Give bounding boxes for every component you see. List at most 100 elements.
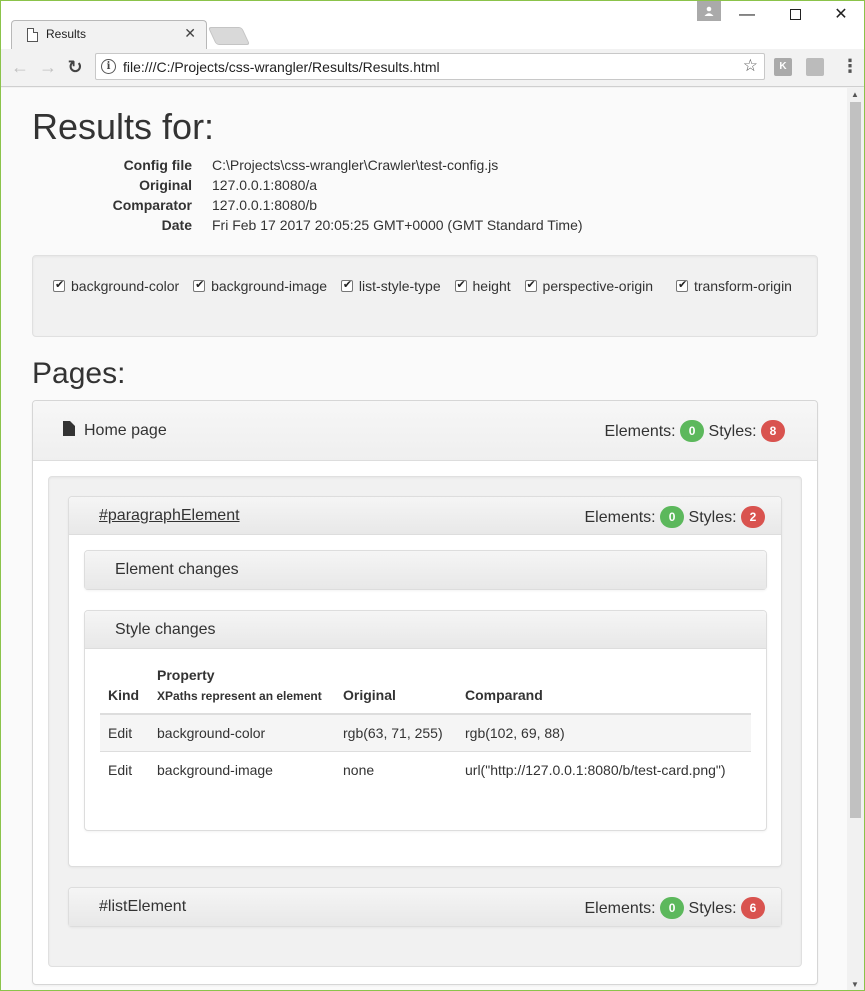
cell-comparand: rgb(102, 69, 88)	[457, 713, 751, 752]
cell-property: background-image	[149, 751, 335, 789]
style-changes-header[interactable]: Style changes	[85, 611, 766, 649]
element-selector-link[interactable]: #listElement	[99, 898, 186, 916]
checkbox-label: height	[472, 278, 511, 294]
page-panel-header[interactable]: Home page Elements: 0 Styles: 8	[33, 401, 817, 461]
checkbox[interactable]	[53, 278, 65, 292]
url-text[interactable]: file:///C:/Projects/css-wrangler/Results…	[123, 59, 440, 75]
cell-original: none	[335, 751, 457, 789]
cell-kind: Edit	[100, 713, 149, 752]
address-bar[interactable]: i file:///C:/Projects/css-wrangler/Resul…	[95, 53, 765, 80]
elements-label: Elements:	[604, 423, 676, 440]
style-changes-panel: Style changes Kind Property XPaths repre…	[84, 610, 767, 831]
col-comparand: Comparand	[457, 667, 751, 715]
checkbox[interactable]	[524, 278, 537, 292]
page-icon	[27, 28, 38, 42]
close-tab-icon[interactable]: ✕	[184, 25, 196, 42]
minimize-button[interactable]: —	[727, 3, 767, 27]
style-changes-table: Kind Property XPaths represent an elemen…	[100, 667, 751, 789]
scroll-down-arrow[interactable]: ▼	[851, 980, 859, 989]
tab-strip: Results ✕ — ✕	[1, 1, 864, 50]
cell-property: background-color	[149, 713, 335, 752]
info-icon[interactable]: i	[101, 59, 116, 74]
checkbox-label: background-image	[211, 278, 328, 294]
checkbox-background-color[interactable]: background-color	[53, 278, 179, 294]
meta-value: 127.0.0.1:8080/a	[212, 177, 318, 193]
styles-badge: 8	[761, 420, 785, 442]
element-panel-header[interactable]: #paragraphElement Elements: 0 Styles: 2	[69, 497, 781, 535]
meta-key: Date	[161, 217, 192, 233]
checkbox[interactable]	[340, 278, 353, 292]
element-panel-header[interactable]: #listElement Elements: 0 Styles: 6	[69, 888, 781, 926]
extension-cast-icon[interactable]	[806, 58, 824, 76]
style-changes-body: Kind Property XPaths represent an elemen…	[85, 649, 766, 830]
page-title: Results for:	[32, 106, 215, 147]
col-property: Property XPaths represent an element	[149, 667, 335, 715]
meta-value: Fri Feb 17 2017 20:05:25 GMT+0000 (GMT S…	[212, 217, 583, 233]
checkbox-label: list-style-type	[358, 278, 441, 294]
page-counts: Elements: 0 Styles: 8	[604, 420, 785, 442]
cell-original: rgb(63, 71, 255)	[335, 713, 457, 752]
meta-row-config: Config file C:\Projects\css-wrangler\Cra…	[32, 157, 732, 177]
forward-button[interactable]: →	[37, 56, 59, 78]
styles-badge: 6	[741, 897, 765, 919]
table-row: Edit background-color rgb(63, 71, 255) r…	[100, 713, 751, 752]
cell-comparand: url("http://127.0.0.1:8080/b/test-card.p…	[457, 751, 751, 789]
checkbox[interactable]	[193, 278, 206, 292]
elements-label: Elements:	[584, 509, 656, 526]
cell-kind: Edit	[100, 751, 149, 789]
page-viewport: Results for: Config file C:\Projects\css…	[1, 88, 847, 990]
element-changes-header[interactable]: Element changes	[85, 551, 766, 589]
elements-badge: 0	[660, 897, 685, 919]
meta-value: 127.0.0.1:8080/b	[212, 197, 318, 213]
new-tab-button[interactable]	[207, 27, 251, 45]
profile-icon[interactable]	[697, 1, 721, 21]
checkbox-transform-origin[interactable]: transform-origin	[675, 278, 792, 294]
browser-toolbar: ← → ↻ i file:///C:/Projects/css-wrangler…	[1, 49, 864, 87]
col-property-label: Property	[157, 667, 215, 683]
styles-label: Styles:	[708, 423, 757, 440]
styles-label: Styles:	[688, 509, 737, 526]
checkbox-perspective-origin[interactable]: perspective-origin	[524, 278, 654, 294]
extension-k-icon[interactable]: K	[774, 58, 792, 76]
back-button[interactable]: ←	[9, 56, 31, 78]
file-icon	[63, 421, 75, 436]
vertical-scrollbar[interactable]: ▲ ▼	[847, 88, 864, 990]
checkbox-label: perspective-origin	[542, 278, 654, 294]
meta-value: C:\Projects\css-wrangler\Crawler\test-co…	[212, 157, 499, 173]
maximize-button[interactable]	[775, 3, 815, 27]
bookmark-star-icon[interactable]: ☆	[743, 56, 758, 76]
scrollbar-thumb[interactable]	[850, 102, 861, 818]
meta-key: Comparator	[112, 197, 192, 213]
close-window-button[interactable]: ✕	[821, 3, 861, 27]
meta-row-original: Original 127.0.0.1:8080/a	[32, 177, 732, 197]
checkbox[interactable]	[675, 278, 688, 292]
browser-tab[interactable]: Results ✕	[11, 20, 207, 50]
elements-label: Elements:	[584, 900, 656, 917]
styles-label: Styles:	[688, 900, 737, 917]
styles-badge: 2	[741, 506, 765, 528]
reload-button[interactable]: ↻	[64, 56, 86, 78]
scroll-up-arrow[interactable]: ▲	[851, 90, 859, 99]
checkbox-label: transform-origin	[693, 278, 792, 294]
element-panel-list: #listElement Elements: 0 Styles: 6	[68, 887, 782, 927]
element-changes-panel: Element changes	[84, 550, 767, 590]
page-elements-well: #paragraphElement Elements: 0 Styles: 2 …	[48, 476, 802, 967]
elements-badge: 0	[660, 506, 685, 528]
element-selector-link[interactable]: #paragraphElement	[99, 507, 240, 525]
meta-key: Original	[139, 177, 192, 193]
browser-menu-icon[interactable]: ⋮	[841, 56, 859, 77]
page-name: Home page	[84, 422, 167, 439]
checkbox-height[interactable]: height	[454, 278, 511, 294]
element-counts: Elements: 0 Styles: 2	[584, 506, 765, 528]
element-counts: Elements: 0 Styles: 6	[584, 897, 765, 919]
browser-window: Results ✕ — ✕ ← → ↻ i file:///C:/Project…	[0, 0, 865, 991]
tab-title: Results	[46, 27, 87, 41]
checkbox[interactable]	[454, 278, 467, 292]
checkbox-list-style-type[interactable]: list-style-type	[340, 278, 441, 294]
meta-row-comparator: Comparator 127.0.0.1:8080/b	[32, 197, 732, 217]
checkbox-background-image[interactable]: background-image	[193, 278, 327, 294]
col-property-sub: XPaths represent an element	[157, 689, 322, 703]
element-changes-title: Element changes	[115, 561, 239, 578]
pages-heading: Pages:	[32, 357, 126, 390]
element-panel-paragraph: #paragraphElement Elements: 0 Styles: 2 …	[68, 496, 782, 867]
